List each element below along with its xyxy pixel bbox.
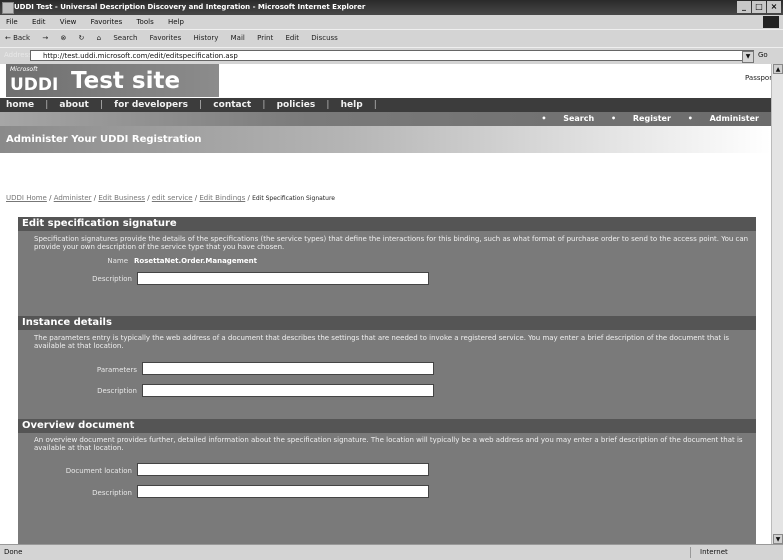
instance-description-input[interactable] [142, 384, 434, 397]
top-nav: home | about | for developers | contact … [0, 98, 771, 112]
menu-file[interactable]: File [0, 15, 24, 29]
nav-about[interactable]: about [59, 98, 88, 112]
mail-button[interactable]: Mail [226, 30, 250, 47]
status-text: Done [4, 548, 23, 556]
nav-contact[interactable]: contact [213, 98, 251, 112]
address-label: Address [4, 51, 32, 59]
back-button[interactable]: ← Back [0, 30, 35, 47]
refresh-button[interactable]: ↻ [74, 30, 90, 47]
ie-icon [2, 2, 14, 14]
page-viewport: Microsoft UDDI Test site Passport home |… [0, 64, 771, 544]
maximize-button[interactable]: □ [752, 1, 766, 13]
edit-form-panel: Edit specification signature Specificati… [18, 217, 756, 544]
address-bar: Address http://test.uddi.microsoft.com/e… [0, 47, 783, 65]
breadcrumb: UDDI Home / Administer / Edit Business /… [6, 194, 335, 202]
signature-section-header: Edit specification signature [18, 217, 756, 231]
zone-indicator: Internet [700, 548, 728, 556]
overview-description-input[interactable] [137, 485, 429, 498]
page-banner: Administer Your UDDI Registration [0, 126, 771, 153]
scroll-up-icon[interactable]: ▲ [773, 64, 783, 74]
menu-bar: File Edit View Favorites Tools Help [0, 15, 783, 29]
menu-help[interactable]: Help [162, 15, 190, 29]
address-dropdown-icon[interactable]: ▼ [742, 51, 754, 63]
windows-logo-icon [763, 16, 779, 28]
parameters-input[interactable] [142, 362, 434, 375]
search-button[interactable]: Search [108, 30, 142, 47]
overview-description-label: Description [92, 489, 132, 497]
subnav-register[interactable]: • Register [611, 114, 671, 123]
go-button[interactable]: Go [758, 51, 768, 59]
print-button[interactable]: Print [252, 30, 278, 47]
nav-policies[interactable]: policies [277, 98, 316, 112]
document-location-input[interactable] [137, 463, 429, 476]
signature-description: Specification signatures provide the det… [34, 235, 749, 251]
scroll-down-icon[interactable]: ▼ [773, 534, 783, 544]
passport-button[interactable]: Passport [745, 74, 771, 82]
breadcrumb-administer[interactable]: Administer [54, 194, 92, 202]
overview-section-header: Overview document [18, 419, 756, 433]
breadcrumb-edit-business[interactable]: Edit Business [98, 194, 145, 202]
description-label: Description [92, 275, 132, 283]
instance-description-label: Description [97, 387, 137, 395]
name-value: RosettaNet.Order.Management [134, 257, 257, 265]
signature-description-input[interactable] [137, 272, 429, 285]
menu-edit[interactable]: Edit [26, 15, 52, 29]
nav-for-developers[interactable]: for developers [114, 98, 188, 112]
subnav-search[interactable]: • Search [541, 114, 594, 123]
stop-button[interactable]: ⊗ [55, 30, 71, 47]
address-input[interactable]: http://test.uddi.microsoft.com/edit/edit… [30, 50, 754, 61]
instance-description: The parameters entry is typically the we… [34, 334, 729, 350]
breadcrumb-current: Edit Specification Signature [252, 195, 335, 202]
nav-home[interactable]: home [0, 98, 34, 112]
favorites-button[interactable]: Favorites [145, 30, 187, 47]
overview-description: An overview document provides further, d… [34, 436, 743, 452]
menu-view[interactable]: View [54, 15, 83, 29]
close-button[interactable]: × [767, 1, 781, 13]
instance-section-header: Instance details [18, 316, 756, 330]
document-location-label: Document location [65, 467, 132, 475]
breadcrumb-edit-bindings[interactable]: Edit Bindings [199, 194, 245, 202]
discuss-button[interactable]: Discuss [306, 30, 343, 47]
name-label: Name [107, 257, 128, 265]
window-title: UDDI Test - Universal Description Discov… [14, 3, 366, 11]
toolbar: ← Back → ⊗ ↻ ⌂ Search Favorites History … [0, 29, 783, 47]
menu-favorites[interactable]: Favorites [85, 15, 129, 29]
page-title: Administer Your UDDI Registration [6, 134, 202, 145]
minimize-button[interactable]: _ [737, 1, 751, 13]
breadcrumb-edit-service[interactable]: edit service [152, 194, 193, 202]
vertical-scrollbar[interactable]: ▲ ▼ [771, 64, 783, 544]
status-bar: Done Internet [0, 544, 783, 560]
site-header: Microsoft UDDI Test site Passport [0, 64, 771, 98]
home-button[interactable]: ⌂ [92, 30, 106, 47]
sub-nav: • Search • Register • Administer [0, 112, 771, 126]
nav-help[interactable]: help [341, 98, 363, 112]
menu-tools[interactable]: Tools [130, 15, 159, 29]
site-logo[interactable]: Microsoft UDDI Test site [6, 64, 219, 97]
site-title: Test site [71, 68, 181, 94]
forward-button[interactable]: → [37, 30, 53, 47]
history-button[interactable]: History [189, 30, 224, 47]
uddi-logo-text: UDDI [10, 75, 59, 95]
title-bar: UDDI Test - Universal Description Discov… [0, 0, 783, 15]
breadcrumb-uddi-home[interactable]: UDDI Home [6, 194, 47, 202]
microsoft-logo-text: Microsoft [10, 66, 38, 73]
edit-button[interactable]: Edit [280, 30, 304, 47]
parameters-label: Parameters [96, 366, 137, 374]
subnav-administer[interactable]: • Administer [688, 114, 759, 123]
